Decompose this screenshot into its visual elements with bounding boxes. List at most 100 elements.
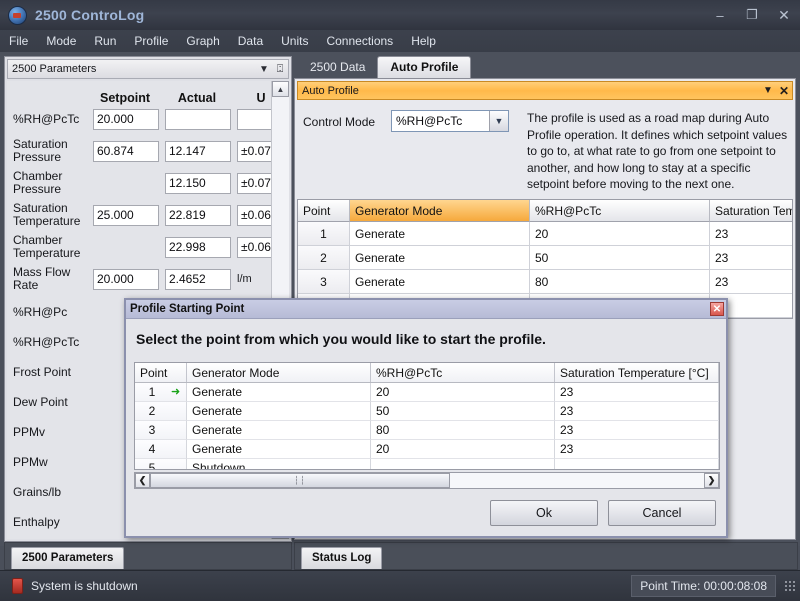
chevron-down-icon[interactable]: ▼ — [760, 85, 776, 96]
cell-rh[interactable]: 20 — [371, 440, 555, 459]
actual-value — [165, 108, 231, 130]
table-row[interactable]: 4 Generate 20 23 — [135, 440, 719, 459]
menu-file[interactable]: File — [0, 31, 37, 51]
column-header-generator-mode[interactable]: Generator Mode — [350, 200, 530, 222]
cell-saturation-temperature[interactable]: 23 — [555, 421, 719, 440]
cell-generator-mode[interactable]: Shutdown — [187, 459, 371, 469]
cell-rh[interactable]: 50 — [371, 402, 555, 421]
close-icon[interactable]: ✕ — [776, 84, 792, 98]
tab-2500-data[interactable]: 2500 Data — [298, 57, 377, 78]
cell-point[interactable]: 4 — [135, 440, 187, 459]
cell-generator-mode[interactable]: Generate — [350, 222, 530, 246]
column-header-point[interactable]: Point — [135, 363, 187, 382]
actual-value: 12.150 — [165, 172, 231, 194]
parameter-row: Saturation Temperature 25.000 22.819 ±0.… — [7, 201, 289, 229]
chevron-down-icon[interactable]: ▼ — [256, 64, 272, 75]
cell-saturation-temperature[interactable]: 23 — [555, 440, 719, 459]
menu-data[interactable]: Data — [229, 31, 272, 51]
column-header-generator-mode[interactable]: Generator Mode — [187, 363, 371, 382]
pin-icon[interactable]: ⍠ — [272, 63, 288, 76]
menu-profile[interactable]: Profile — [125, 31, 177, 51]
menu-help[interactable]: Help — [402, 31, 445, 51]
setpoint-input[interactable]: 25.000 — [93, 204, 159, 226]
cell-rh[interactable]: 20 — [371, 383, 555, 402]
cancel-button[interactable]: Cancel — [608, 500, 716, 526]
table-row[interactable]: 1 Generate 20 23 — [298, 222, 792, 246]
cell-point[interactable]: 3 — [135, 421, 187, 440]
chevron-down-icon[interactable]: ▼ — [489, 111, 508, 131]
parameters-panel-caption: 2500 Parameters ▼ ⍠ — [7, 59, 289, 79]
dialog-horizontal-scrollbar[interactable]: ❮ ┆┆ ❯ — [134, 472, 720, 489]
control-mode-select[interactable]: %RH@PcTc ▼ — [391, 110, 509, 132]
close-icon[interactable]: ✕ — [768, 1, 800, 30]
setpoint-input[interactable]: 60.874 — [93, 140, 159, 162]
menu-run[interactable]: Run — [85, 31, 125, 51]
table-header-row: Point Generator Mode %RH@PcTc Saturation… — [135, 363, 719, 383]
column-header-rh[interactable]: %RH@PcTc — [371, 363, 555, 382]
dock-tab-status-log[interactable]: Status Log — [301, 547, 383, 569]
cell-saturation-temperature[interactable]: 23 — [555, 383, 719, 402]
menu-connections[interactable]: Connections — [317, 31, 402, 51]
dialog-prompt: Select the point from which you would li… — [136, 331, 546, 347]
application-window: 2500 ControLog – ❐ ✕ File Mode Run Profi… — [0, 0, 800, 601]
dialog-button-row: Ok Cancel — [126, 500, 730, 526]
cell-rh[interactable]: 80 — [371, 421, 555, 440]
scroll-right-icon[interactable]: ❯ — [704, 473, 719, 488]
column-header-point[interactable]: Point — [298, 200, 350, 222]
scroll-left-icon[interactable]: ❮ — [135, 473, 150, 488]
cell-rh[interactable]: 20 — [530, 222, 710, 246]
setpoint-input[interactable]: 20.000 — [93, 108, 159, 130]
table-row[interactable]: 3 Generate 80 23 — [298, 270, 792, 294]
parameter-label: Chamber Pressure — [13, 169, 63, 196]
left-dock-tabstrip: 2500 Parameters — [4, 542, 292, 570]
cell-generator-mode[interactable]: Generate — [187, 440, 371, 459]
cell-point-value: 4 — [148, 442, 156, 456]
auto-profile-caption: Auto Profile ▼ ✕ — [297, 81, 793, 100]
table-row[interactable]: 2 Generate 50 23 — [298, 246, 792, 270]
column-header-rh[interactable]: %RH@PcTc — [530, 200, 710, 222]
cell-saturation-temperature[interactable]: 23 — [555, 402, 719, 421]
status-led-icon — [12, 578, 23, 594]
column-header-saturation-temperature[interactable]: Saturation Temperature [°C] — [555, 363, 719, 382]
scrollbar-thumb[interactable]: ┆┆ — [150, 473, 450, 488]
cell-point[interactable]: 5 — [135, 459, 187, 469]
cell-point[interactable]: 1 ➜ — [135, 383, 187, 402]
cell-saturation-temperature[interactable]: 23 — [710, 246, 792, 270]
cell-rh[interactable]: 50 — [530, 246, 710, 270]
cell-generator-mode[interactable]: Generate — [187, 402, 371, 421]
table-row[interactable]: 5 Shutdown — [135, 459, 719, 469]
tab-auto-profile[interactable]: Auto Profile — [377, 56, 472, 78]
cell-point[interactable]: 2 — [135, 402, 187, 421]
cell-saturation-temperature[interactable]: 23 — [710, 270, 792, 294]
parameter-row: Mass Flow Rate 20.000 2.4652 l/m — [7, 265, 273, 293]
scroll-up-icon[interactable]: ▲ — [272, 81, 289, 97]
cell-generator-mode[interactable]: Generate — [187, 383, 371, 402]
setpoint-input[interactable]: 20.000 — [93, 268, 159, 290]
cell-point[interactable]: 3 — [298, 270, 350, 294]
cell-rh[interactable]: 80 — [530, 270, 710, 294]
table-row[interactable]: 2 Generate 50 23 — [135, 402, 719, 421]
cell-generator-mode[interactable]: Generate — [187, 421, 371, 440]
ok-button[interactable]: Ok — [490, 500, 598, 526]
parameter-row: %RH@PcTc 20.000 — [7, 105, 289, 133]
dialog-close-icon[interactable]: ✕ — [710, 302, 724, 316]
menu-units[interactable]: Units — [272, 31, 317, 51]
table-row[interactable]: 3 Generate 80 23 — [135, 421, 719, 440]
cell-point[interactable]: 1 — [298, 222, 350, 246]
app-globe-icon — [8, 5, 27, 25]
table-row[interactable]: 1 ➜ Generate 20 23 — [135, 383, 719, 402]
cell-generator-mode[interactable]: Generate — [350, 246, 530, 270]
cell-rh[interactable] — [371, 459, 555, 469]
cell-saturation-temperature[interactable]: 23 — [710, 222, 792, 246]
cell-generator-mode[interactable]: Generate — [350, 270, 530, 294]
minimize-icon[interactable]: – — [704, 1, 736, 30]
menu-mode[interactable]: Mode — [37, 31, 85, 51]
maximize-icon[interactable]: ❐ — [736, 1, 768, 30]
cell-saturation-temperature[interactable] — [555, 459, 719, 469]
cell-point[interactable]: 2 — [298, 246, 350, 270]
cell-point-value: 2 — [148, 404, 156, 418]
column-header-saturation-temperature[interactable]: Saturation Temper — [710, 200, 792, 222]
resize-grip-icon[interactable] — [784, 580, 796, 592]
menu-graph[interactable]: Graph — [177, 31, 228, 51]
dock-tab-2500-parameters[interactable]: 2500 Parameters — [11, 547, 125, 569]
